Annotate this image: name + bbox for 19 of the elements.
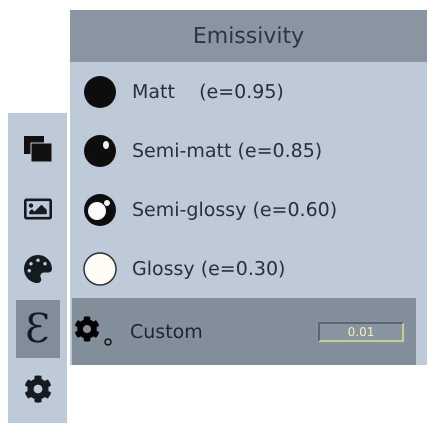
emissivity-option[interactable]: Custom 0.01 — [72, 298, 416, 365]
semi-glossy-sphere-icon — [82, 192, 118, 228]
option-label: Semi-matt (e=0.85) — [132, 140, 322, 162]
settings-icon — [24, 375, 52, 403]
option-label: Custom — [130, 320, 203, 342]
panel-title: Emissivity — [192, 24, 304, 48]
palette-icon — [24, 255, 52, 283]
option-label: Semi-glossy (e=0.60) — [132, 198, 338, 220]
emissivity-option[interactable]: Semi-matt (e=0.85) — [70, 121, 427, 180]
semi-matt-sphere-icon — [82, 132, 118, 168]
emissivity-option[interactable]: Glossy (e=0.30) — [70, 239, 427, 298]
glossy-sphere-icon — [82, 250, 118, 286]
option-label: Glossy (e=0.30) — [132, 258, 286, 280]
emissivity-option[interactable]: Matt (e=0.95) — [70, 62, 427, 121]
emissivity-option[interactable]: Semi-glossy (e=0.60) — [70, 180, 427, 239]
option-label: Matt (e=0.95) — [132, 80, 284, 102]
matt-sphere-icon — [82, 74, 118, 110]
layers-icon — [24, 136, 52, 162]
emissivity-tab[interactable]: Ɛ — [16, 300, 60, 358]
